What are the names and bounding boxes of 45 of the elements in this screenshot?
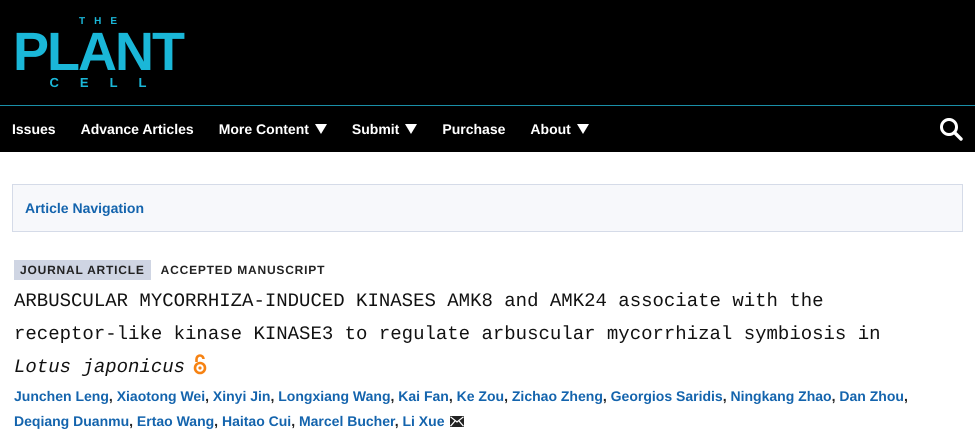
article-type-badge: JOURNAL ARTICLE <box>14 260 151 280</box>
article-navigation-bar[interactable]: Article Navigation <box>12 184 963 232</box>
caret-icon[interactable] <box>576 124 589 134</box>
nav-link[interactable]: About <box>530 121 571 137</box>
nav-link[interactable]: Purchase <box>442 121 506 137</box>
author-link[interactable]: Junchen Leng <box>14 388 109 404</box>
separator-comma: , <box>291 413 296 429</box>
author-link[interactable]: Li Xue <box>402 413 444 429</box>
author-link[interactable]: Ningkang Zhao <box>730 388 832 404</box>
caret-icon[interactable] <box>405 124 418 134</box>
author-link[interactable]: Georgios Saridis <box>610 388 723 404</box>
separator-comma: , <box>832 388 836 404</box>
author-link[interactable]: Longxiang Wang <box>278 388 390 404</box>
separator-comma: , <box>270 388 274 404</box>
author-link[interactable]: Ertao Wang <box>136 413 214 429</box>
separator-comma: , <box>722 388 727 404</box>
separator-comma: , <box>904 388 908 404</box>
author-link[interactable]: Xiaotong Wei <box>116 388 206 404</box>
separator-comma: , <box>504 388 508 404</box>
separator-comma: , <box>448 388 453 404</box>
journal-logo[interactable]: THE PLANT CELL <box>12 14 184 90</box>
separator-comma: , <box>602 388 607 404</box>
search-icon[interactable] <box>939 117 963 141</box>
nav-link[interactable]: More Content <box>218 121 309 137</box>
separator-comma: , <box>390 388 394 404</box>
envelope-icon[interactable] <box>450 416 464 427</box>
author-link[interactable]: Deqiang Duanmu <box>14 413 130 429</box>
separator-comma: , <box>129 413 134 429</box>
separator-comma: , <box>205 388 209 404</box>
author-link[interactable]: Haitao Cui <box>222 413 292 429</box>
manuscript-status: ACCEPTED MANUSCRIPT <box>160 263 326 277</box>
author-link[interactable]: Zichao Zheng <box>512 388 603 404</box>
separator-comma: , <box>394 413 399 429</box>
caret-icon[interactable] <box>314 124 327 134</box>
author-link[interactable]: Xinyi Jin <box>212 388 270 404</box>
nav-link[interactable]: Submit <box>352 121 400 137</box>
separator-comma: , <box>108 388 113 404</box>
author-link[interactable]: Dan Zhou <box>839 388 904 404</box>
author-link[interactable]: Ke Zou <box>456 388 504 404</box>
nav-link[interactable]: Advance Articles <box>80 121 194 137</box>
author-link[interactable]: Kai Fan <box>398 388 449 404</box>
nav-link[interactable]: Issues <box>12 121 56 137</box>
article-title: ARBUSCULAR MYCORRHIZA-INDUCED KINASES AMK8 and AMK24 associate with the receptor-like kinase KINASE3 to regulate arbuscular mycorrhizal symbiosis in Lotus japonicus <box>14 289 882 380</box>
separator-comma: , <box>214 413 218 429</box>
author-link[interactable]: Marcel Bucher <box>298 413 395 429</box>
